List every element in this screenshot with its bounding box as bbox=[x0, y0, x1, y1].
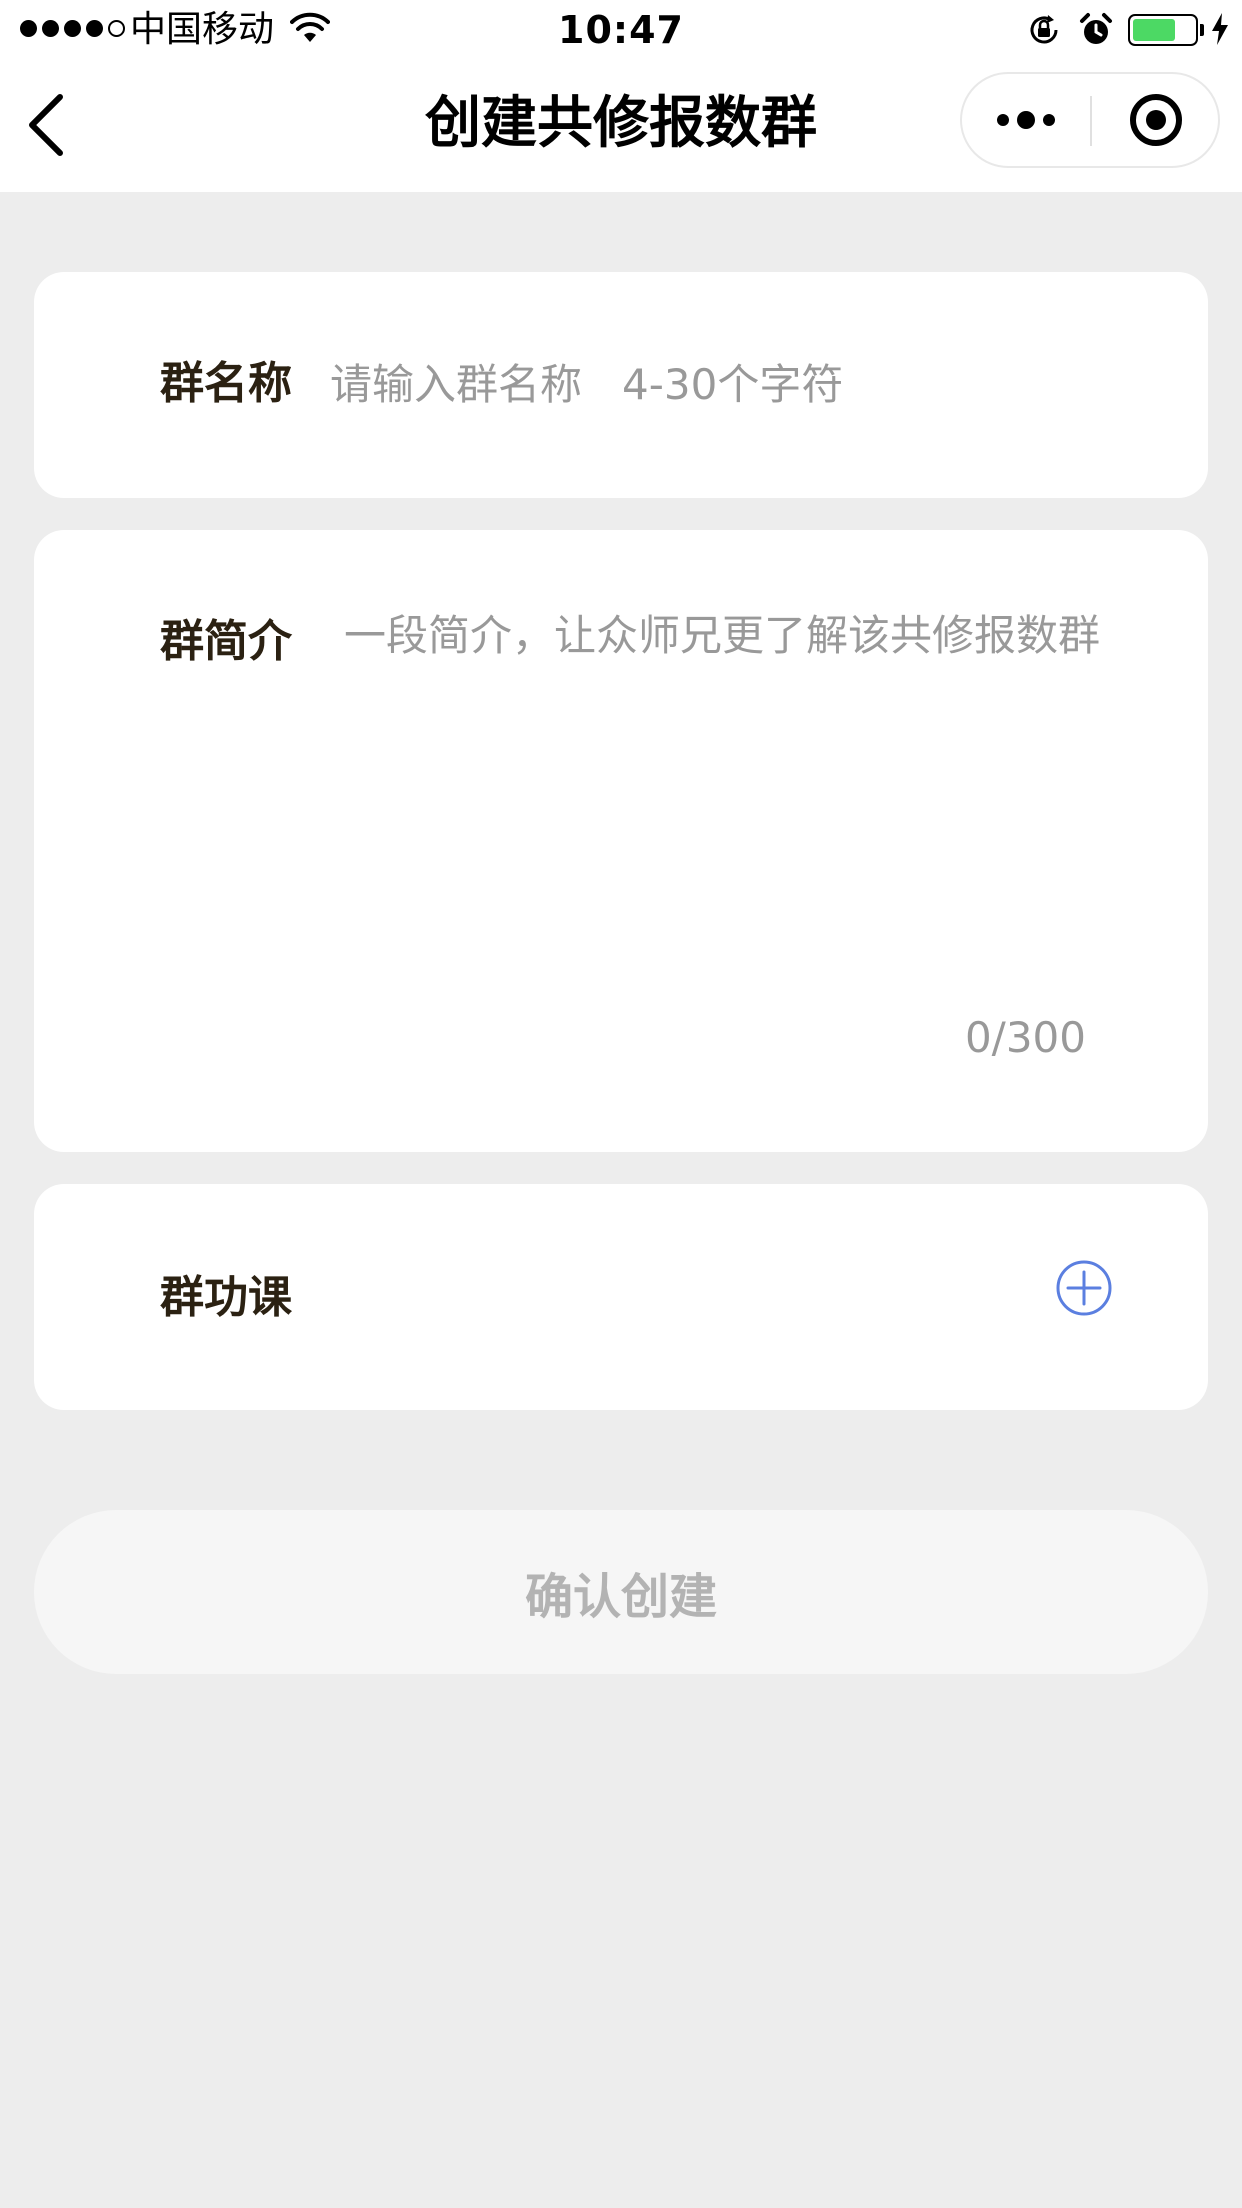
navigation-bar: 创建共修报数群 bbox=[0, 60, 1242, 192]
close-mini-program-button[interactable] bbox=[1092, 74, 1220, 166]
group-name-label: 群名称 bbox=[160, 358, 292, 409]
charging-bolt-icon bbox=[1212, 13, 1228, 45]
group-lesson-label: 群功课 bbox=[160, 1272, 292, 1323]
more-button[interactable] bbox=[962, 74, 1090, 166]
group-intro-label: 群简介 bbox=[160, 616, 292, 667]
battery-level bbox=[1133, 19, 1175, 41]
confirm-create-button[interactable]: 确认创建 bbox=[34, 1510, 1208, 1674]
more-dots-icon bbox=[997, 114, 1009, 126]
group-intro-textarea[interactable] bbox=[344, 610, 1134, 1030]
group-lesson-card: 群功课 bbox=[34, 1184, 1208, 1410]
alarm-icon bbox=[1080, 13, 1112, 44]
add-lesson-button[interactable] bbox=[1054, 1258, 1114, 1318]
group-name-input[interactable] bbox=[330, 352, 1150, 416]
target-circle-icon bbox=[1130, 94, 1182, 146]
status-bar: 中国移动 10:47 bbox=[0, 0, 1242, 60]
battery-tip bbox=[1200, 24, 1204, 36]
intro-char-counter: 0/300 bbox=[964, 1013, 1086, 1062]
group-name-card: 群名称 bbox=[34, 272, 1208, 498]
group-intro-card: 群简介 0/300 bbox=[34, 530, 1208, 1152]
battery-icon bbox=[1128, 14, 1198, 46]
plus-circle-icon bbox=[1056, 1260, 1112, 1316]
mini-program-capsule bbox=[960, 72, 1220, 168]
rotation-lock-icon bbox=[1030, 15, 1058, 44]
